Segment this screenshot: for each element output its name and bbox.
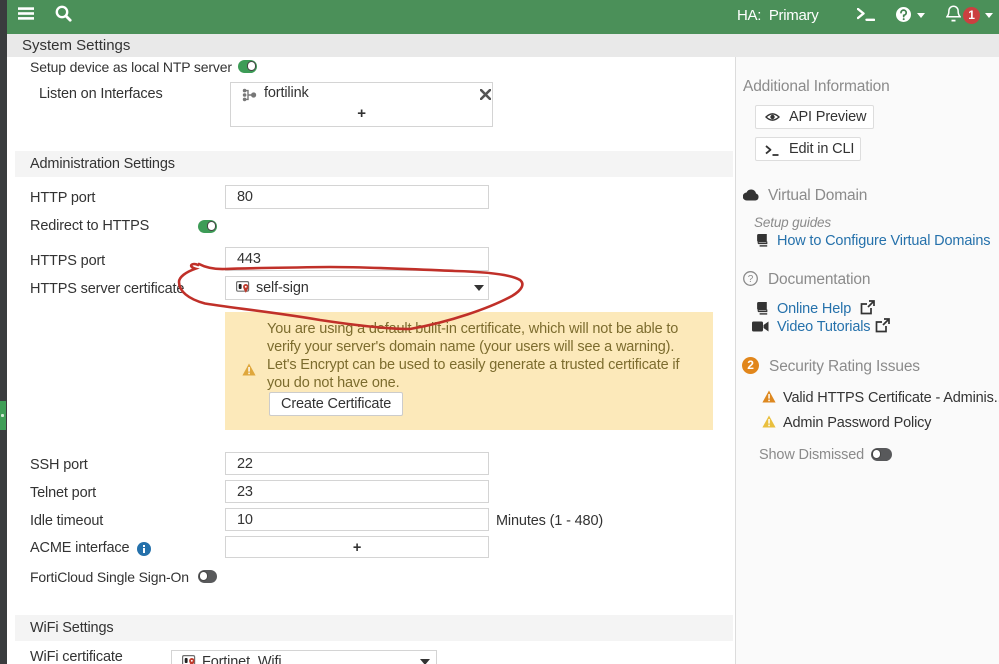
svg-text:?: ? — [748, 274, 754, 285]
